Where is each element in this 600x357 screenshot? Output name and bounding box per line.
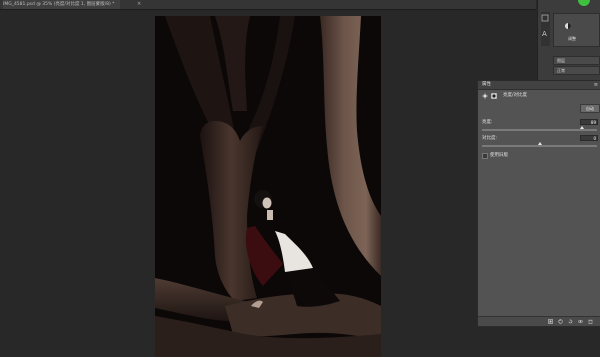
panel-menu-icon[interactable]: ≡ <box>594 81 598 89</box>
blend-mode-value: 正常 <box>557 68 565 73</box>
brightness-sun-icon <box>482 93 488 99</box>
brightness-slider[interactable] <box>482 129 597 131</box>
svg-text:A: A <box>542 30 547 37</box>
properties-header: 属性 ≡ <box>478 81 600 90</box>
adjustments-label: 调整 <box>568 36 576 41</box>
adjustments-dock-icon[interactable]: A <box>541 29 549 37</box>
properties-footer <box>478 316 600 326</box>
dock-collapsed-strip: A <box>541 12 550 46</box>
adjustment-type-label: 亮度/对比度 <box>503 93 528 98</box>
document-tab[interactable]: IMG_4581.psd @ 35% (亮度/对比度 1, 图层蒙版/8) * <box>3 0 121 9</box>
contrast-slider-thumb[interactable] <box>537 142 542 145</box>
view-previous-icon[interactable] <box>558 319 563 324</box>
use-legacy-label: 使用旧版 <box>490 153 508 158</box>
brightness-input[interactable]: 89 <box>580 119 598 125</box>
close-tab-icon[interactable]: × <box>137 0 141 9</box>
use-legacy-checkbox[interactable] <box>482 153 488 159</box>
layer-controls-row[interactable]: 图层 <box>553 56 600 65</box>
contrast-slider[interactable] <box>482 145 597 147</box>
document-canvas-image[interactable] <box>155 16 381 357</box>
contrast-label: 对比度: <box>482 136 498 141</box>
half-circle-icon <box>565 23 571 29</box>
layer-mask-icon[interactable] <box>491 93 497 99</box>
trash-icon[interactable] <box>588 319 593 324</box>
auto-button[interactable]: 自动 <box>580 104 600 113</box>
visibility-eye-icon[interactable] <box>578 319 583 324</box>
reset-icon[interactable] <box>568 319 573 324</box>
brightness-slider-thumb[interactable] <box>580 126 585 129</box>
properties-panel: 属性 ≡ 亮度/对比度 自动 亮度: 89 对比度: 0 使用旧版 <box>477 80 600 327</box>
properties-tab[interactable]: 属性 <box>482 81 491 89</box>
layer-hint: 图层 <box>557 58 565 63</box>
document-tab-bar: IMG_4581.psd @ 35% (亮度/对比度 1, 图层蒙版/8) * … <box>0 0 536 10</box>
adjustment-type-row: 亮度/对比度 <box>482 92 597 100</box>
clip-to-layer-icon[interactable] <box>548 319 553 324</box>
adjustments-mini-panel[interactable]: 调整 <box>553 13 600 47</box>
document-tab-title: IMG_4581.psd @ 35% (亮度/对比度 1, 图层蒙版/8) * <box>3 2 115 7</box>
use-legacy-row[interactable]: 使用旧版 <box>482 152 562 159</box>
brightness-label: 亮度: <box>482 120 493 125</box>
blend-mode-select[interactable]: 正常 <box>553 66 600 75</box>
contrast-input[interactable]: 0 <box>580 135 598 141</box>
dock-toggle-icon[interactable] <box>541 14 549 22</box>
